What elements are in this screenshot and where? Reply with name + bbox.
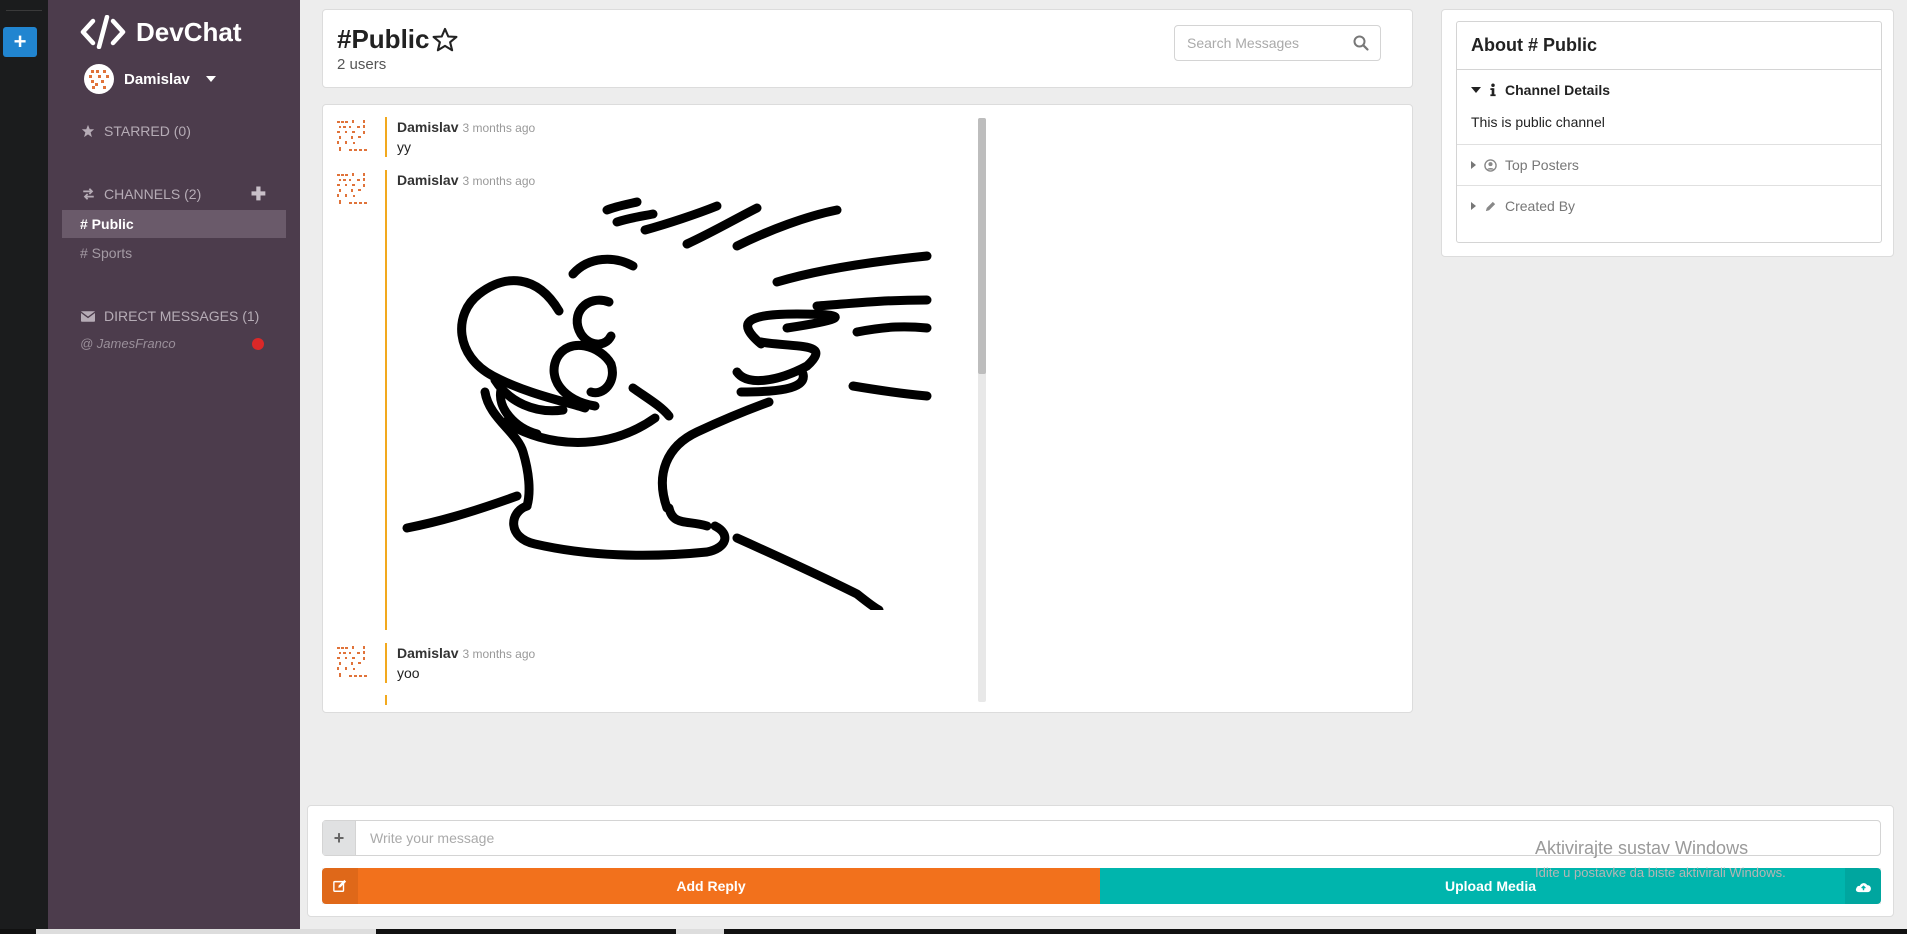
- search-box: [1174, 25, 1381, 61]
- created-by-label: Created By: [1505, 198, 1576, 214]
- direct-messages-header: DIRECT MESSAGES (1): [80, 308, 259, 324]
- add-reply-button[interactable]: Add Reply: [322, 868, 1100, 904]
- accordion-channel-details: Channel Details This is public channel: [1457, 70, 1881, 145]
- cloud-upload-icon: [1845, 868, 1881, 904]
- add-team-button[interactable]: +: [3, 27, 37, 57]
- channel-details-toggle[interactable]: Channel Details: [1471, 70, 1867, 110]
- message-image[interactable]: [397, 196, 957, 610]
- sidebar: DevChat Damislav STARRED (0) CHANNELS (2…: [48, 0, 300, 934]
- channel-description: This is public channel: [1471, 114, 1605, 130]
- message-time: 3 months ago: [462, 647, 536, 661]
- add-channel-button[interactable]: ✚: [251, 184, 266, 205]
- message-time: 3 months ago: [462, 121, 536, 135]
- mail-icon: [80, 310, 96, 322]
- search-input[interactable]: [1175, 26, 1345, 60]
- caret-right-icon: [1471, 202, 1476, 210]
- starred-label: STARRED (0): [104, 123, 191, 139]
- channel-details-label: Channel Details: [1505, 82, 1611, 98]
- message-text: yy: [397, 139, 411, 155]
- accordion-top-posters: Top Posters: [1457, 145, 1881, 186]
- sidebar-item-public[interactable]: # Public: [62, 210, 286, 238]
- app-name: DevChat: [136, 16, 242, 47]
- about-title: About # Public: [1457, 22, 1881, 70]
- user-circle-icon: [1484, 158, 1497, 172]
- messages-scrollbar[interactable]: [978, 118, 986, 702]
- channel-title: #Public: [337, 24, 430, 54]
- pencil-icon: [1485, 201, 1496, 211]
- watermark-line-2: Idite u postavke da biste aktivirali Win…: [1535, 865, 1786, 880]
- page-title: #Public: [337, 24, 459, 55]
- messages-panel: Damislav 3 months ago yy Damislav 3 months…: [322, 104, 1413, 713]
- message-time: 3 months ago: [462, 174, 536, 188]
- caret-right-icon: [1471, 161, 1476, 169]
- avatar: [337, 120, 367, 151]
- direct-messages-label: DIRECT MESSAGES (1): [104, 308, 260, 324]
- message-author[interactable]: Damislav: [397, 645, 458, 661]
- edit-icon: [322, 868, 358, 904]
- message-author[interactable]: Damislav: [397, 119, 458, 135]
- code-icon: [80, 15, 126, 49]
- created-by-toggle[interactable]: Created By: [1471, 186, 1867, 226]
- avatar: [337, 173, 367, 204]
- top-posters-label: Top Posters: [1505, 157, 1579, 173]
- scrollbar-thumb[interactable]: [978, 118, 986, 374]
- upload-media-label: Upload Media: [1444, 878, 1536, 894]
- star-icon[interactable]: [431, 26, 459, 54]
- channel-header: #Public 2 users: [322, 9, 1413, 88]
- watermark-line-1: Aktivirajte sustav Windows: [1535, 838, 1749, 858]
- plus-icon[interactable]: +: [323, 821, 356, 855]
- user-count: 2 users: [337, 56, 387, 73]
- top-posters-toggle[interactable]: Top Posters: [1471, 145, 1867, 185]
- starred-header: STARRED (0): [80, 123, 191, 139]
- accordion-created-by: Created By: [1457, 186, 1881, 226]
- info-icon: [1490, 83, 1496, 97]
- rail-divider: [6, 10, 42, 11]
- bottom-strip: [0, 929, 1907, 934]
- windows-activation-watermark: Aktivirajte sustav Windows Idite u posta…: [1535, 838, 1786, 880]
- channels-header: CHANNELS (2): [80, 186, 201, 202]
- channels-label: CHANNELS (2): [104, 186, 202, 202]
- about-panel: About # Public Channel Details This is p…: [1441, 9, 1894, 257]
- app-brand: DevChat: [80, 14, 241, 50]
- team-rail: +: [0, 0, 48, 934]
- chevron-down-icon: [205, 76, 216, 82]
- star-icon: [80, 124, 96, 138]
- about-accordion: About # Public Channel Details This is p…: [1456, 21, 1882, 243]
- status-dot: [252, 338, 264, 350]
- caret-down-icon: [1471, 87, 1481, 93]
- user-menu[interactable]: Damislav: [84, 64, 216, 94]
- add-reply-label: Add Reply: [676, 878, 746, 894]
- exchange-icon: [80, 187, 96, 201]
- message-author[interactable]: Damislav: [397, 172, 458, 188]
- search-icon[interactable]: [1352, 34, 1370, 52]
- user-name: Damislav: [124, 70, 190, 88]
- avatar: [84, 64, 114, 94]
- avatar: [337, 646, 367, 677]
- dm-item-jamesfranco[interactable]: @ JamesFranco: [80, 336, 176, 351]
- sidebar-item-sports[interactable]: # Sports: [62, 239, 286, 267]
- message-text: yoo: [397, 665, 420, 681]
